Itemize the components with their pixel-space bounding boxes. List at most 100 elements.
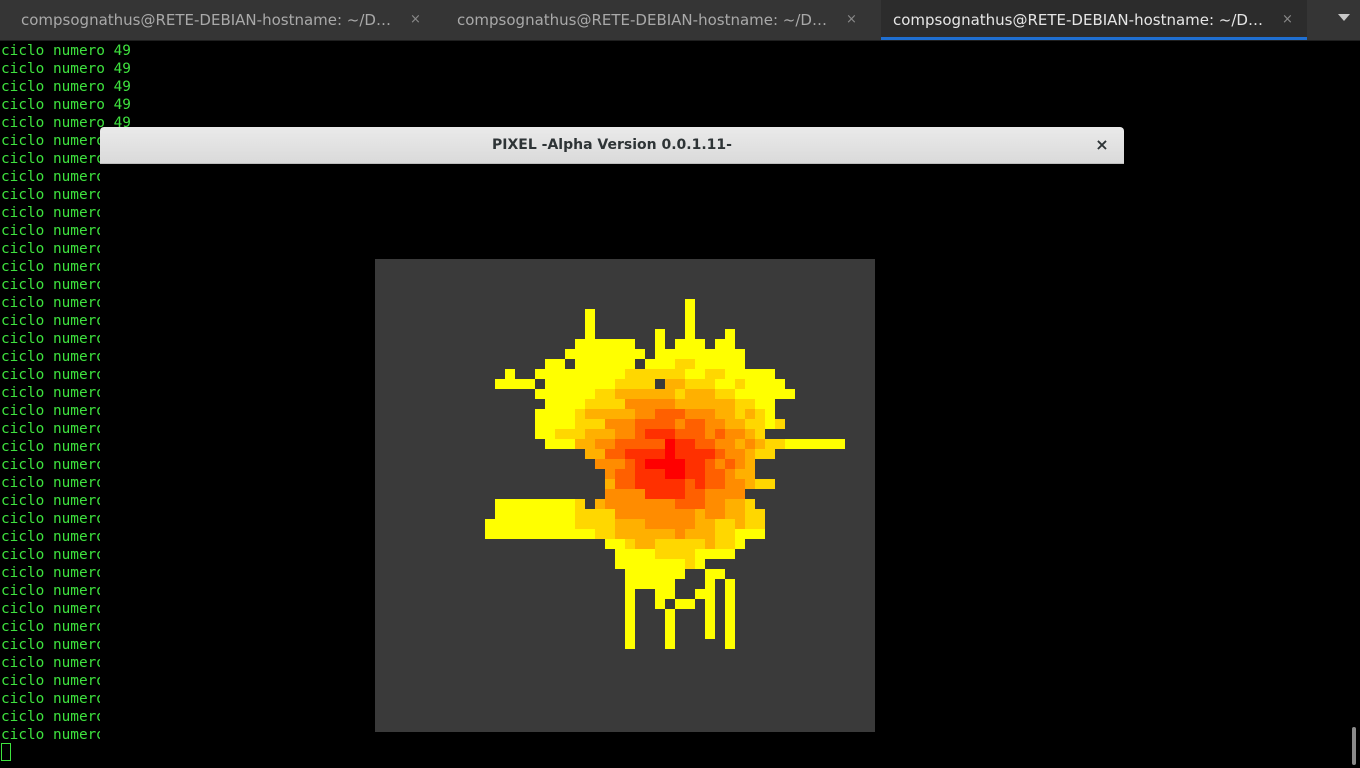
scrollbar-thumb[interactable] (1352, 727, 1356, 765)
fire-pixel (715, 549, 725, 559)
terminal-scrollbar[interactable] (1348, 41, 1360, 768)
fire-pixel (515, 499, 525, 509)
fire-pixel (665, 499, 675, 509)
fire-pixel (565, 379, 575, 389)
fire-pixel (785, 389, 795, 399)
fire-pixel (585, 519, 595, 529)
fire-pixel (745, 409, 755, 419)
fire-pixel (635, 489, 645, 499)
pixel-canvas[interactable] (375, 259, 875, 732)
fire-pixel (615, 379, 625, 389)
fire-pixel (685, 479, 695, 489)
fire-pixel (625, 379, 635, 389)
fire-pixel (735, 519, 745, 529)
fire-pixel (785, 439, 795, 449)
fire-pixel (595, 359, 605, 369)
fire-pixel (725, 439, 735, 449)
fire-pixel (715, 499, 725, 509)
fire-pixel (625, 639, 635, 649)
fire-pixel (685, 349, 695, 359)
fire-pixel (685, 329, 695, 339)
fire-pixel (705, 509, 715, 519)
tab-terminal-2[interactable]: compsognathus@RETE-DEBIAN-hostname: ~/Do… (436, 0, 881, 40)
fire-pixel (615, 389, 625, 399)
fire-pixel (665, 489, 675, 499)
fire-pixel (735, 449, 745, 459)
fire-pixel (605, 379, 615, 389)
fire-pixel (665, 549, 675, 559)
fire-pixel (685, 499, 695, 509)
fire-pixel (685, 319, 695, 329)
fire-pixel (705, 519, 715, 529)
fire-pixel (635, 509, 645, 519)
fire-pixel (515, 519, 525, 529)
tab-close-icon[interactable]: × (846, 0, 857, 40)
window-titlebar[interactable]: PIXEL -Alpha Version 0.0.1.11- × (100, 127, 1124, 164)
tabs-menu-button[interactable] (1320, 0, 1360, 40)
fire-pixel (665, 369, 675, 379)
fire-pixel (695, 429, 705, 439)
fire-pixel (635, 529, 645, 539)
fire-pixel (765, 369, 775, 379)
fire-pixel (635, 499, 645, 509)
fire-pixel (605, 469, 615, 479)
fire-pixel (615, 439, 625, 449)
close-icon[interactable]: × (1090, 133, 1114, 157)
fire-pixel (705, 499, 715, 509)
tab-close-icon[interactable]: × (1282, 0, 1293, 40)
fire-pixel (745, 469, 755, 479)
fire-pixel (625, 439, 635, 449)
fire-pixel (595, 429, 605, 439)
fire-pixel (715, 419, 725, 429)
fire-pixel (645, 519, 655, 529)
fire-pixel (725, 629, 735, 639)
fire-pixel (655, 499, 665, 509)
fire-pixel (595, 349, 605, 359)
fire-pixel (745, 379, 755, 389)
fire-pixel (575, 379, 585, 389)
fire-pixel (745, 499, 755, 509)
fire-pixel (595, 339, 605, 349)
fire-pixel (605, 489, 615, 499)
fire-pixel (735, 419, 745, 429)
fire-pixel (755, 389, 765, 399)
tab-terminal-1[interactable]: compsognathus@RETE-DEBIAN-hostname: ~/Do… (0, 0, 436, 40)
fire-pixel (625, 349, 635, 359)
fire-pixel (625, 369, 635, 379)
fire-pixel (665, 529, 675, 539)
fire-pixel (745, 509, 755, 519)
fire-pixel (635, 439, 645, 449)
fire-pixel (655, 449, 665, 459)
fire-pixel (705, 469, 715, 479)
tab-terminal-3[interactable]: compsognathus@RETE-DEBIAN-hostname: ~/Do… (881, 0, 1307, 40)
fire-pixel (555, 499, 565, 509)
fire-pixel (735, 429, 745, 439)
fire-pixel (625, 539, 635, 549)
fire-pixel (575, 389, 585, 399)
fire-pixel (565, 419, 575, 429)
fire-pixel (575, 509, 585, 519)
fire-pixel (695, 539, 705, 549)
fire-pixel (745, 529, 755, 539)
fire-pixel (755, 519, 765, 529)
fire-pixel (555, 519, 565, 529)
fire-pixel (715, 339, 725, 349)
fire-pixel (725, 369, 735, 379)
fire-pixel (685, 539, 695, 549)
fire-pixel (655, 459, 665, 469)
fire-pixel (695, 439, 705, 449)
fire-pixel (545, 409, 555, 419)
fire-pixel (735, 539, 745, 549)
fire-pixel (695, 509, 705, 519)
fire-pixel (535, 499, 545, 509)
tab-title: compsognathus@RETE-DEBIAN-hostname: ~/Do… (457, 11, 835, 29)
fire-pixel (515, 509, 525, 519)
fire-pixel (675, 569, 685, 579)
tab-close-icon[interactable]: × (410, 0, 421, 40)
fire-pixel (555, 409, 565, 419)
fire-pixel (835, 439, 845, 449)
fire-pixel (665, 609, 675, 619)
fire-pixel (555, 359, 565, 369)
fire-pixel (715, 449, 725, 459)
fire-pixel (495, 379, 505, 389)
